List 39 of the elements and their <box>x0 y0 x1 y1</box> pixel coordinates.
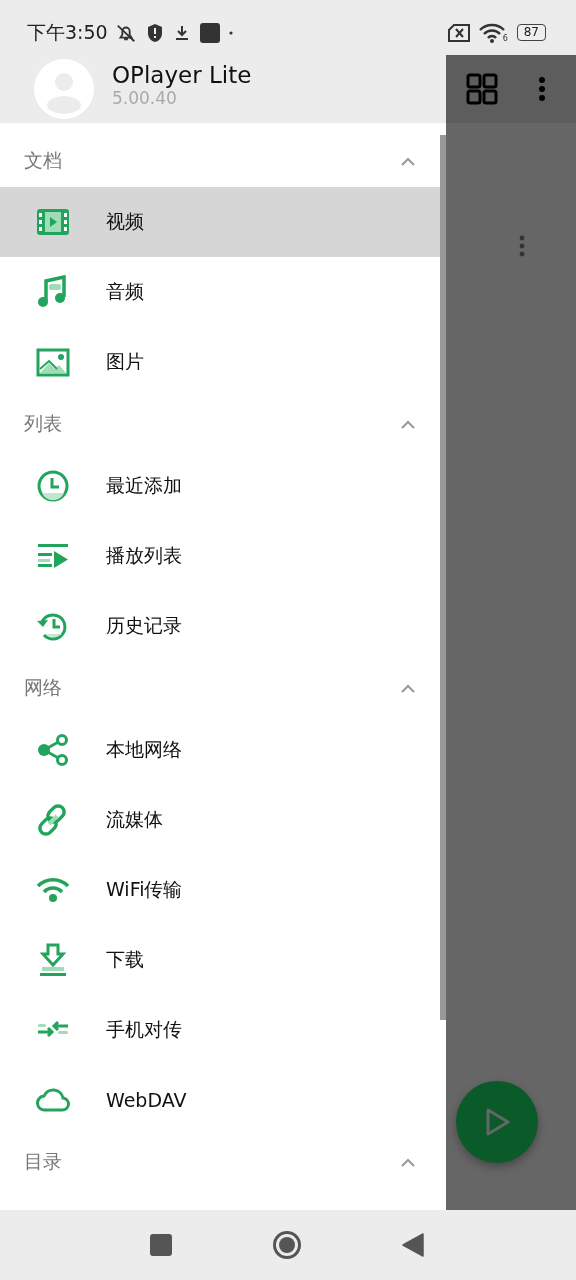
shield-icon <box>145 22 164 43</box>
more-options-icon[interactable] <box>519 235 525 257</box>
battery-indicator: 87 <box>516 24 546 41</box>
chevron-icon[interactable] <box>400 156 416 166</box>
menu-item[interactable]: 历史记录 <box>0 591 440 661</box>
grid-view-icon[interactable] <box>466 73 498 105</box>
share-icon <box>36 733 70 767</box>
wifi-signal-icon <box>478 22 505 43</box>
menu-item[interactable]: 手机对传 <box>0 995 440 1065</box>
menu-item[interactable]: 下载 <box>0 925 440 995</box>
recents-icon[interactable] <box>150 1234 172 1256</box>
menu-item[interactable]: 最近添加 <box>0 451 440 521</box>
wifi-label: 6 <box>502 33 508 43</box>
back-icon[interactable] <box>402 1233 424 1257</box>
chevron-icon[interactable] <box>400 419 416 429</box>
menu-item[interactable]: 流媒体 <box>0 785 440 855</box>
section-title: 文档 <box>24 148 62 173</box>
menu-item[interactable]: 音频 <box>0 257 440 327</box>
play-button[interactable] <box>456 1081 538 1163</box>
menu-item[interactable]: 播放列表 <box>0 521 440 591</box>
no-sim-icon <box>447 23 470 42</box>
more-options-icon[interactable] <box>538 76 546 102</box>
square-icon <box>199 22 220 43</box>
menu-item[interactable]: 视频 <box>0 187 440 257</box>
home-icon[interactable] <box>272 1230 302 1260</box>
dot-icon <box>228 30 233 35</box>
section-title: 列表 <box>24 411 62 436</box>
menu-item[interactable]: WebDAV <box>0 1065 440 1135</box>
section-title: 目录 <box>24 1149 62 1174</box>
menu-item[interactable]: 本地网络 <box>0 715 440 785</box>
app-name: OPlayer Lite <box>112 62 252 88</box>
menu-item[interactable]: WiFi传输 <box>0 855 440 925</box>
app-version: 5.00.40 <box>112 88 178 108</box>
chevron-icon[interactable] <box>400 683 416 693</box>
chevron-icon[interactable] <box>400 1157 416 1167</box>
section-title: 网络 <box>24 675 62 700</box>
status-time: 下午3:50 <box>27 19 108 45</box>
menu-item[interactable]: 图片 <box>0 327 440 397</box>
clock-icon <box>36 469 70 503</box>
